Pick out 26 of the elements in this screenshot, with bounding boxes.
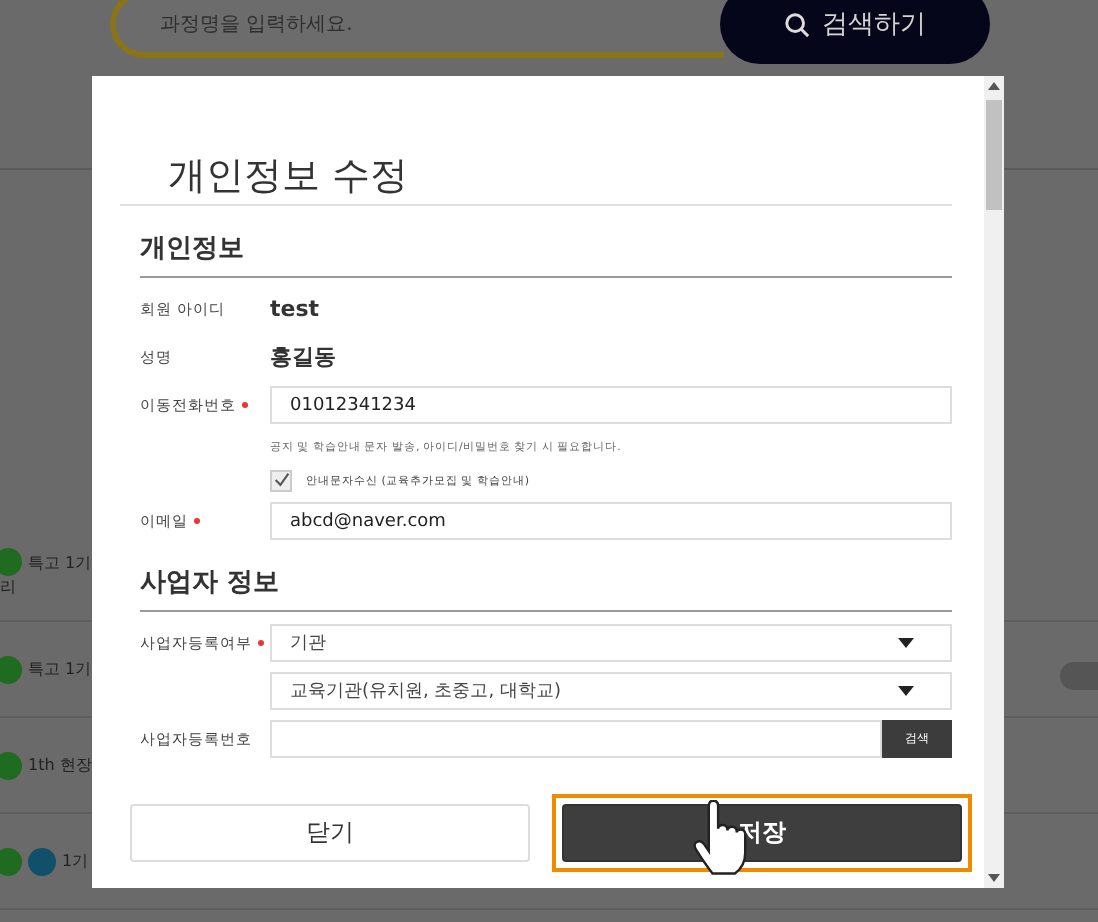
- course-title-line: 리: [0, 576, 16, 598]
- section-title: 사업자 정보: [140, 564, 952, 612]
- course-title: 특고 1기: [28, 658, 92, 680]
- modal-title: 개인정보 수정: [168, 152, 409, 200]
- field-value: test: [270, 296, 320, 322]
- scroll-thumb[interactable]: [986, 100, 1002, 210]
- scrollbar[interactable]: [984, 76, 1004, 888]
- input-field[interactable]: 01012341234: [270, 386, 952, 424]
- section-title: 개인정보: [140, 230, 952, 278]
- scroll-down-icon: [988, 874, 1000, 882]
- field-value: 홍길동: [270, 342, 336, 372]
- search-button[interactable]: 검색하기: [720, 0, 990, 64]
- course-title: 1th 현장: [28, 754, 92, 776]
- select-field[interactable]: 기관: [270, 624, 952, 662]
- scroll-up-icon: [988, 82, 1000, 90]
- close-button[interactable]: 닫기: [130, 804, 530, 862]
- input-field[interactable]: [270, 720, 882, 758]
- search-icon: [784, 11, 810, 37]
- checkbox[interactable]: [270, 469, 292, 491]
- search-field[interactable]: 과정명을 입력하세요.: [110, 0, 724, 58]
- input-field[interactable]: abcd@naver.com: [270, 502, 952, 540]
- caret-icon: [898, 686, 914, 696]
- course-title: 특고 1기: [28, 551, 92, 573]
- course-title: 1기: [62, 850, 89, 872]
- caret-icon: [898, 638, 914, 648]
- select-field[interactable]: 교육기관(유치원, 초중고, 대학교): [270, 672, 952, 710]
